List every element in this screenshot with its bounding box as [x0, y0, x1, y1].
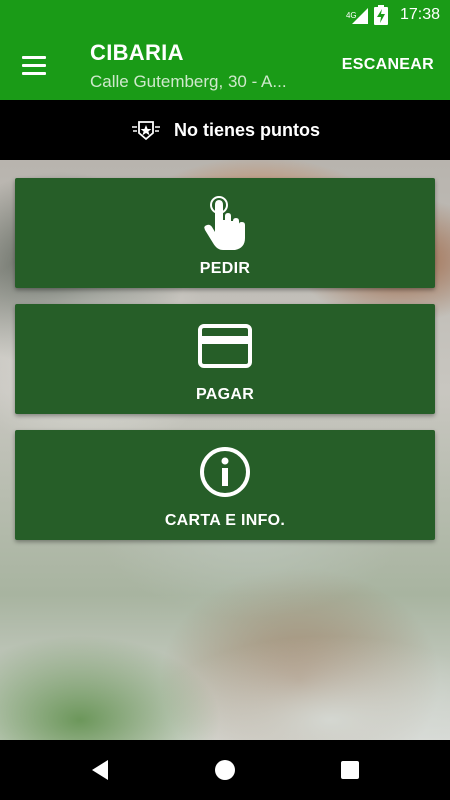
pay-button[interactable]: PAGAR	[15, 304, 435, 414]
menu-info-label: CARTA E INFO.	[164, 512, 286, 529]
back-button[interactable]	[70, 750, 130, 790]
battery-charging-icon	[373, 5, 388, 25]
scan-button[interactable]: ESCANEAR	[342, 56, 434, 74]
menu-button[interactable]	[14, 45, 56, 85]
points-bar: No tienes puntos	[0, 100, 450, 160]
restaurant-title: CIBARIA	[90, 40, 184, 65]
home-button[interactable]	[195, 750, 255, 790]
navigation-bar	[0, 740, 450, 800]
status-icons: 4G 17:38	[346, 0, 440, 30]
points-status: No tienes puntos	[173, 119, 320, 140]
menu-icon-bar	[22, 72, 46, 75]
signal-icon: 4G	[346, 6, 368, 24]
menu-icon	[22, 56, 46, 59]
back-icon	[92, 760, 108, 780]
info-icon	[199, 446, 251, 503]
clock: 17:38	[399, 6, 440, 23]
recents-button[interactable]	[320, 750, 380, 790]
order-label: PEDIR	[199, 260, 251, 277]
recents-icon	[341, 761, 359, 779]
app-bar: CIBARIA Calle Gutemberg, 30 - A... ESCAN…	[0, 30, 450, 100]
badge-star-icon	[130, 118, 162, 142]
menu-icon-bar	[22, 64, 46, 67]
restaurant-address: Calle Gutemberg, 30 - A...	[90, 72, 287, 91]
home-icon	[215, 760, 235, 780]
credit-card-icon	[198, 324, 252, 373]
touch-hand-icon	[203, 196, 247, 257]
status-bar: 4G 17:38	[0, 0, 450, 30]
pay-label: PAGAR	[195, 386, 255, 403]
order-button[interactable]: PEDIR	[15, 178, 435, 288]
menu-info-button[interactable]: CARTA E INFO.	[15, 430, 435, 540]
